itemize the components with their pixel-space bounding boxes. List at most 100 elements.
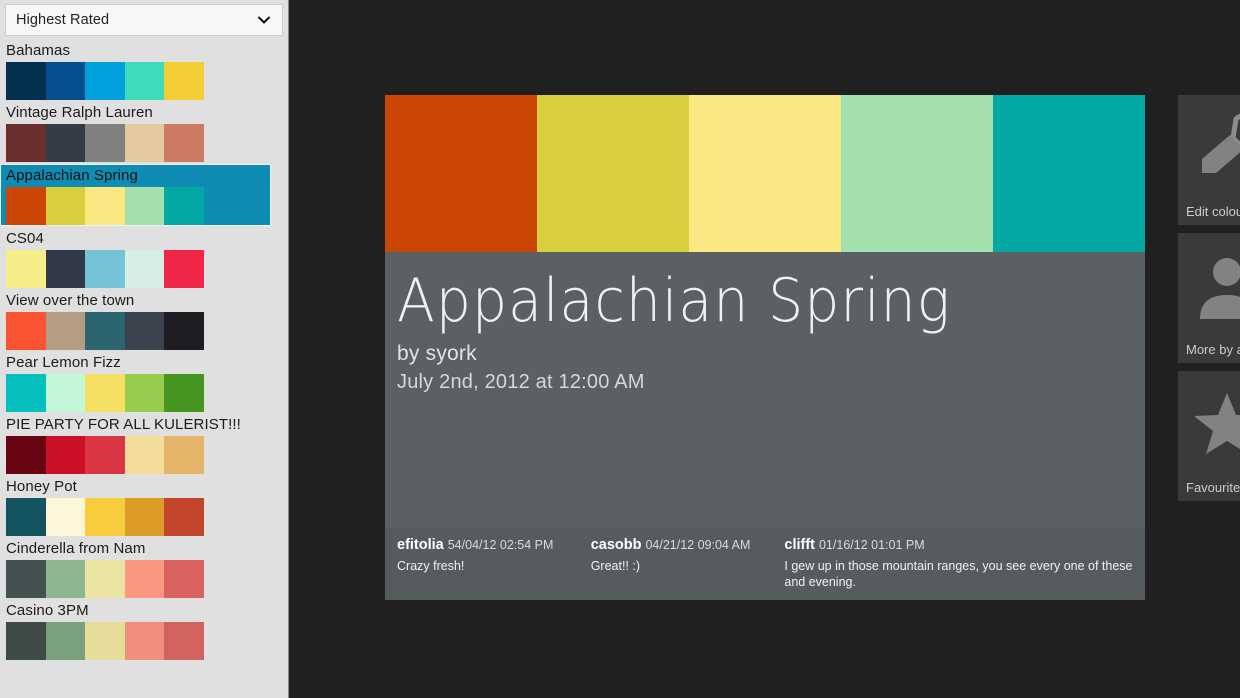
color-swatch — [164, 187, 204, 225]
palette-list-item-title: Pear Lemon Fizz — [6, 352, 289, 374]
action-tiles: Edit colours More by artist Favourite — [1178, 95, 1240, 509]
color-swatch — [164, 250, 204, 288]
detail-color-swatch[interactable] — [689, 95, 841, 252]
palette-list-item-swatches — [6, 250, 204, 288]
color-swatch — [85, 187, 125, 225]
color-swatch — [6, 622, 46, 660]
color-swatch — [6, 124, 46, 162]
main-content: Appalachian Spring by syork July 2nd, 20… — [290, 0, 1240, 698]
action-tile-favourite[interactable]: Favourite — [1178, 371, 1240, 501]
palette-list-item[interactable]: PIE PARTY FOR ALL KULERIST!!! — [0, 414, 289, 474]
page-title: Appalachian Spring — [397, 266, 1074, 336]
palette-list-item[interactable]: Bahamas — [0, 40, 289, 100]
comment-timestamp: 54/04/12 02:54 PM — [448, 538, 554, 552]
color-swatch — [125, 250, 165, 288]
color-swatch — [164, 436, 204, 474]
palette-list-item-swatches — [6, 498, 204, 536]
color-swatch — [85, 312, 125, 350]
action-tile-label: More by artist — [1186, 342, 1240, 357]
comment-text: I gew up in those mountain ranges, you s… — [784, 558, 1133, 590]
action-tile-edit-colours[interactable]: Edit colours — [1178, 95, 1240, 225]
color-swatch — [6, 250, 46, 288]
color-swatch — [46, 374, 86, 412]
palette-list-item-swatches — [6, 622, 204, 660]
color-swatch — [164, 124, 204, 162]
color-swatch — [46, 560, 86, 598]
palette-list-item-title: Appalachian Spring — [6, 165, 270, 187]
comment-text: Great!! :) — [591, 558, 785, 574]
palette-list-item-swatches — [6, 436, 204, 474]
color-swatch — [6, 560, 46, 598]
comment-timestamp: 01/16/12 01:01 PM — [819, 538, 925, 552]
palette-list-item[interactable]: Cinderella from Nam — [0, 538, 289, 598]
color-swatch — [85, 622, 125, 660]
color-swatch — [46, 436, 86, 474]
color-swatch — [164, 62, 204, 100]
color-swatch — [125, 62, 165, 100]
detail-card-body: Appalachian Spring by syork July 2nd, 20… — [385, 252, 1145, 600]
comment: casobb04/21/12 09:04 AM Great!! :) — [591, 536, 785, 600]
palette-list-item-title: Honey Pot — [6, 476, 289, 498]
detail-color-swatch[interactable] — [385, 95, 537, 252]
color-swatch — [125, 187, 165, 225]
sort-dropdown-value: Highest Rated — [16, 12, 256, 28]
sort-dropdown[interactable]: Highest Rated — [5, 4, 283, 36]
color-swatch — [85, 374, 125, 412]
comment: efitolia 54/04/12 02:54 PM Crazy fresh! — [397, 536, 591, 600]
color-swatch — [6, 62, 46, 100]
comment-username[interactable]: casobb — [591, 537, 642, 553]
palette-list-item[interactable]: CS04 — [0, 228, 289, 288]
star-icon — [1192, 389, 1240, 459]
kuler-browser-window: Highest Rated Bahamas Vintage Ralph Laure… — [0, 0, 1240, 698]
action-tile-label: Favourite — [1186, 480, 1240, 495]
palette-detail-card: Appalachian Spring by syork July 2nd, 20… — [385, 95, 1145, 600]
comment-header: clifft 01/16/12 01:01 PM — [784, 536, 1133, 554]
palette-list-item[interactable]: Casino 3PM — [0, 600, 289, 660]
detail-color-swatch[interactable] — [537, 95, 689, 252]
comment: clifft 01/16/12 01:01 PM I gew up in those… — [784, 536, 1133, 600]
comment-username[interactable]: clifft — [784, 537, 815, 553]
color-swatch — [125, 622, 165, 660]
color-swatch — [85, 560, 125, 598]
palette-list-item[interactable]: Pear Lemon Fizz — [0, 352, 289, 412]
color-swatch — [46, 62, 86, 100]
palette-list-item-swatches — [6, 374, 204, 412]
palette-list-item-swatches — [6, 187, 204, 225]
palette-list-item[interactable]: Honey Pot — [0, 476, 289, 536]
comment-header: casobb04/21/12 09:04 AM — [591, 536, 785, 554]
color-swatch — [85, 250, 125, 288]
palette-list-item[interactable]: Appalachian Spring — [0, 164, 271, 226]
palette-author[interactable]: by syork — [397, 340, 1133, 368]
comment-text: Crazy fresh! — [397, 558, 591, 574]
palette-list-item-title: CS04 — [6, 228, 289, 250]
palette-list-item[interactable]: Vintage Ralph Lauren — [0, 102, 289, 162]
palette-date: July 2nd, 2012 at 12:00 AM — [397, 368, 1133, 396]
color-swatch — [164, 498, 204, 536]
color-swatch — [46, 312, 86, 350]
palette-sidebar: Highest Rated Bahamas Vintage Ralph Laure… — [0, 0, 289, 698]
detail-color-swatch[interactable] — [841, 95, 993, 252]
color-swatch — [85, 124, 125, 162]
color-swatch — [125, 374, 165, 412]
color-swatch — [46, 187, 86, 225]
palette-list-item-title: Casino 3PM — [6, 600, 289, 622]
palette-list-item[interactable]: View over the town — [0, 290, 289, 350]
color-swatch — [164, 312, 204, 350]
detail-swatch-strip[interactable] — [385, 95, 1145, 252]
eyedropper-icon — [1192, 113, 1240, 183]
palette-list-item-title: Bahamas — [6, 40, 289, 62]
color-swatch — [164, 622, 204, 660]
palette-list-item-title: View over the town — [6, 290, 289, 312]
color-swatch — [6, 312, 46, 350]
color-swatch — [164, 560, 204, 598]
action-tile-more-by-artist[interactable]: More by artist — [1178, 233, 1240, 363]
color-swatch — [125, 312, 165, 350]
detail-color-swatch[interactable] — [993, 95, 1145, 252]
comments-section: efitolia 54/04/12 02:54 PM Crazy fresh!cas… — [385, 528, 1145, 600]
color-swatch — [125, 560, 165, 598]
palette-list[interactable]: Bahamas Vintage Ralph Lauren Appalachian S… — [0, 40, 289, 698]
comment-username[interactable]: efitolia — [397, 537, 444, 553]
palette-list-item-title: PIE PARTY FOR ALL KULERIST!!! — [6, 414, 289, 436]
palette-list-item-title: Vintage Ralph Lauren — [6, 102, 289, 124]
color-swatch — [125, 498, 165, 536]
